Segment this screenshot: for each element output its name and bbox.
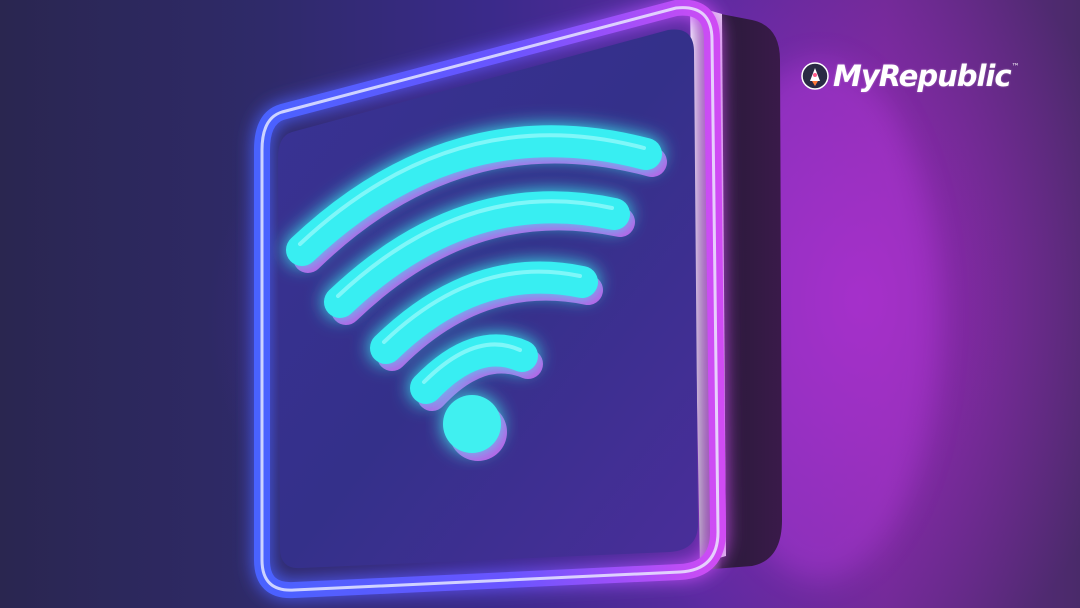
frame-side [690,8,782,570]
hero-image: MyRepublic ™ [0,0,1080,608]
brand-trademark: ™ [1011,62,1020,71]
myrepublic-logo[interactable]: MyRepublic ™ [800,54,1020,98]
rocket-icon [801,62,829,90]
wifi-dot [443,395,501,453]
brand-name: MyRepublic [833,59,1012,93]
